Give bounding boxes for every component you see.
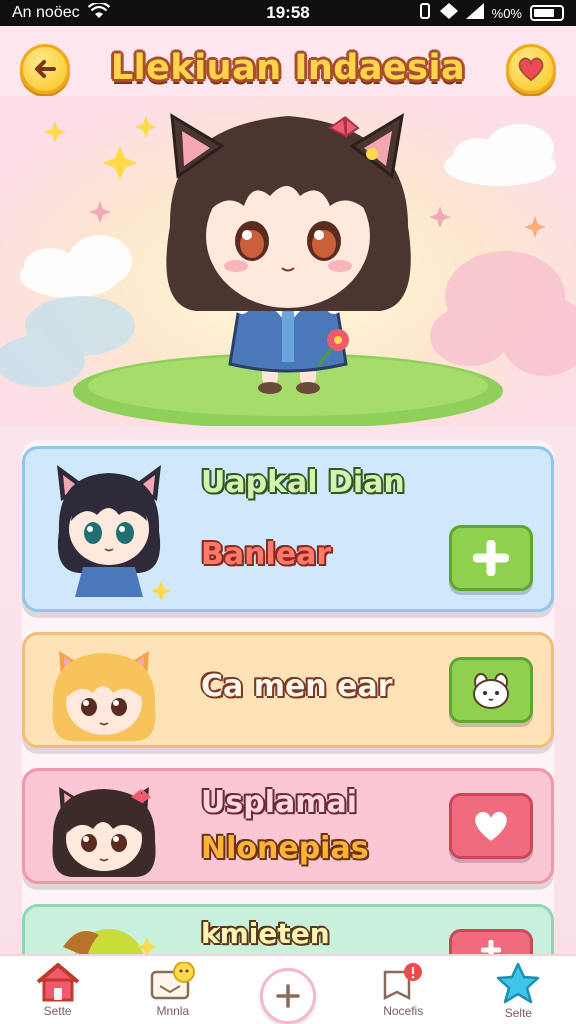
character-list: Uapkal Dian Banlear Ca men ear Usplamai … xyxy=(22,440,554,1001)
nav-add[interactable] xyxy=(230,956,345,1024)
favorite-item-button[interactable] xyxy=(449,793,533,859)
chat-icon xyxy=(150,962,195,1000)
nav-label: Nocefis xyxy=(383,1004,424,1018)
nav-label: Mnnla xyxy=(156,1004,190,1018)
nav-favorites[interactable]: Selte xyxy=(461,956,576,1024)
nav-notifications[interactable]: Nocefis xyxy=(346,956,461,1024)
list-item[interactable]: Ca men ear xyxy=(22,632,554,748)
home-icon xyxy=(36,963,79,1002)
heart-icon xyxy=(475,811,507,841)
star-icon xyxy=(497,962,540,1004)
card-subtitle: Nlonepias xyxy=(201,831,369,866)
notification-icon xyxy=(383,963,423,1001)
nav-home[interactable]: Sette xyxy=(0,956,115,1024)
nav-label: Sette xyxy=(43,1004,72,1018)
carrier-label: An noöec xyxy=(12,4,80,21)
wifi-icon xyxy=(87,0,110,24)
signal-icon xyxy=(465,2,484,24)
card-title: kmieten xyxy=(201,917,330,950)
add-button[interactable] xyxy=(449,525,533,591)
hero-illustration xyxy=(0,96,576,426)
arrow-left-icon xyxy=(35,60,56,78)
card-subtitle: Banlear xyxy=(201,537,332,572)
avatar xyxy=(39,645,169,745)
location-icon xyxy=(439,2,458,24)
nav-label: Selte xyxy=(504,1006,533,1020)
favorite-button[interactable] xyxy=(506,44,556,94)
card-title: Usplamai xyxy=(201,785,358,820)
list-item[interactable]: Usplamai Nlonepias xyxy=(22,768,554,884)
battery-icon xyxy=(530,5,564,21)
nav-messages[interactable]: Mnnla xyxy=(115,956,230,1024)
avatar xyxy=(39,461,179,605)
plus-icon xyxy=(276,984,300,1008)
heart-icon xyxy=(518,57,544,82)
plus-icon xyxy=(473,540,509,576)
bottom-navigation: Sette Mnnla Nocefis Selte xyxy=(0,954,576,1024)
list-item[interactable]: Uapkal Dian Banlear xyxy=(22,446,554,612)
status-bar: An noöec 19:58 %0% xyxy=(0,0,576,26)
card-title: Uapkal Dian xyxy=(201,465,405,500)
add-button[interactable] xyxy=(260,968,316,1024)
bunny-button[interactable] xyxy=(449,657,533,723)
back-button[interactable] xyxy=(20,44,70,94)
battery-percent: %0% xyxy=(491,5,522,21)
avatar xyxy=(39,779,169,883)
page-title: Llekiuan Indaesia xyxy=(110,48,466,88)
clock: 19:58 xyxy=(266,3,310,22)
bunny-face-icon xyxy=(473,673,509,709)
vibrate-icon xyxy=(418,2,432,24)
card-title: Ca men ear xyxy=(201,669,393,704)
